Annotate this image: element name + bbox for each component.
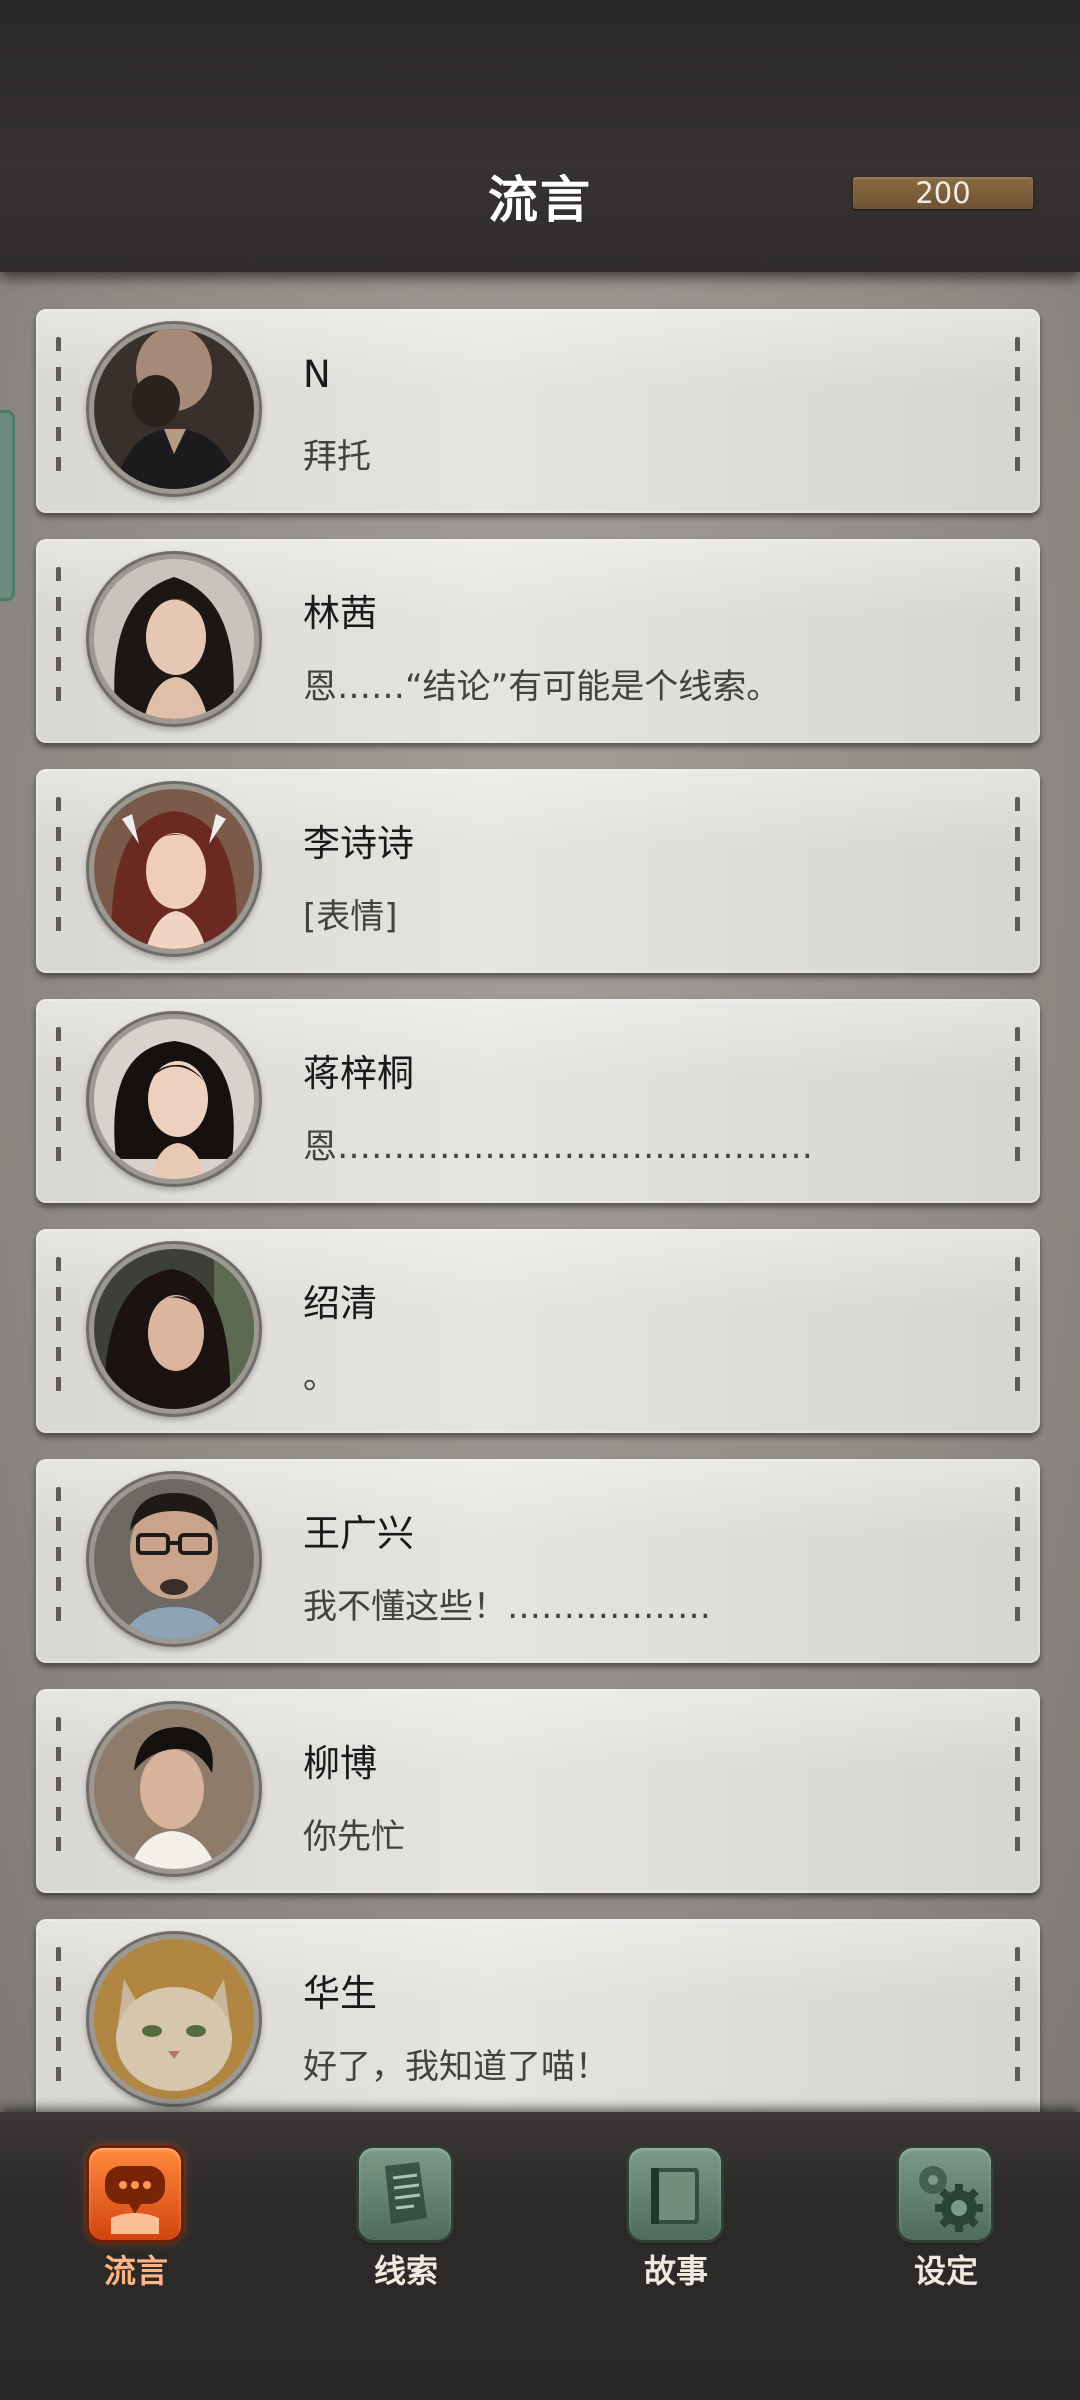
last-message: 我不懂这些！……………… <box>303 1587 711 1627</box>
avatar <box>94 789 254 949</box>
tab-clues[interactable]: 线索 <box>331 2134 481 2290</box>
avatar <box>94 329 254 489</box>
contact-name: 绍清 <box>303 1282 377 1325</box>
tab-story[interactable]: 故事 <box>601 2134 751 2290</box>
tab-label: 线索 <box>373 2252 438 2290</box>
avatar <box>94 1019 254 1179</box>
avatar <box>94 1479 254 1639</box>
chat-row-lishishi[interactable]: 李诗诗 [表情] <box>36 769 1040 973</box>
contact-name: 柳博 <box>303 1742 377 1785</box>
last-message: 好了，我知道了喵！ <box>303 2047 609 2087</box>
contact-name: 李诗诗 <box>303 822 414 865</box>
top-header: 流言 200 <box>0 0 1080 272</box>
contact-name: 蒋梓桐 <box>303 1052 414 1095</box>
document-icon <box>359 2148 451 2240</box>
tab-label: 设定 <box>913 2252 978 2290</box>
gear-icon <box>899 2148 991 2240</box>
tab-label: 流言 <box>103 2252 168 2290</box>
chat-row-wangguangxing[interactable]: 王广兴 我不懂这些！……………… <box>36 1459 1040 1663</box>
chat-row-liubo[interactable]: 柳博 你先忙 <box>36 1689 1040 1893</box>
chat-row-jiangzitong[interactable]: 蒋梓桐 恩…………………………………… <box>36 999 1040 1203</box>
last-message: 你先忙 <box>303 1817 405 1857</box>
contact-name: 华生 <box>303 1972 377 2015</box>
bottom-nav: 流言 线索 故事 设定 <box>0 2112 1080 2400</box>
contact-name: 王广兴 <box>303 1512 414 1555</box>
tab-rumors[interactable]: 流言 <box>61 2134 211 2290</box>
last-message: 。 <box>303 1357 337 1397</box>
chat-row-n[interactable]: N 拜托 <box>36 309 1040 513</box>
avatar <box>94 1939 254 2099</box>
currency-counter: 200 <box>853 177 1033 209</box>
side-drawer-handle[interactable] <box>0 410 15 601</box>
last-message: 恩……“结论”有可能是个线索。 <box>303 667 781 707</box>
chat-row-shaoqing[interactable]: 绍清 。 <box>36 1229 1040 1433</box>
avatar <box>94 1709 254 1869</box>
avatar <box>94 1249 254 1409</box>
tab-settings[interactable]: 设定 <box>871 2134 1021 2290</box>
contact-name: N <box>303 353 331 396</box>
last-message: 拜托 <box>303 437 371 477</box>
chat-bubble-icon <box>89 2148 181 2240</box>
chat-row-huasheng[interactable]: 华生 好了，我知道了喵！ <box>36 1919 1040 2112</box>
avatar <box>94 559 254 719</box>
last-message: [表情] <box>303 897 398 937</box>
last-message: 恩…………………………………… <box>303 1127 813 1167</box>
tab-label: 故事 <box>643 2252 708 2290</box>
contact-name: 林茜 <box>303 592 377 635</box>
book-icon <box>629 2148 721 2240</box>
chat-list[interactable]: N 拜托 林茜 恩……“结论”有可能是个线索。 李诗诗 [表情] 蒋梓桐 恩……… <box>0 272 1080 2112</box>
chat-row-linxi[interactable]: 林茜 恩……“结论”有可能是个线索。 <box>36 539 1040 743</box>
